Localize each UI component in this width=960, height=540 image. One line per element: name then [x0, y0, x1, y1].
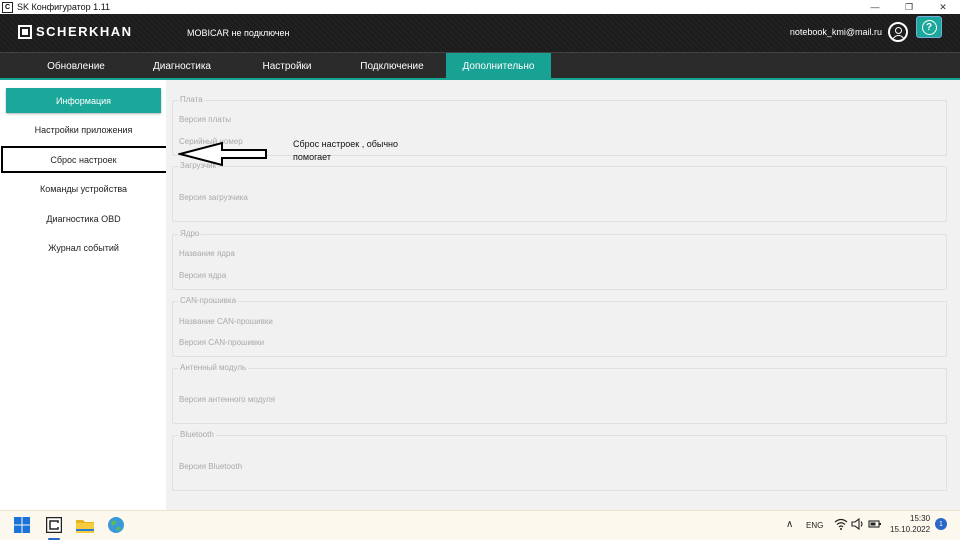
logo-text: SCHERKHAN [36, 24, 133, 39]
wifi-icon[interactable] [834, 517, 848, 531]
field-label: Версия антенного модуля [179, 395, 276, 404]
group-title: Ядро [178, 229, 202, 238]
close-button[interactable]: ✕ [926, 0, 960, 14]
sidebar-item-info[interactable]: Информация [6, 88, 161, 113]
user-account-icon[interactable] [888, 22, 908, 42]
group-title: CAN-прошивка [178, 296, 239, 305]
sidebar-item-event-log[interactable]: Журнал событий [6, 235, 161, 260]
window-title: SK Конфигуратор 1.11 [17, 2, 111, 12]
group-title: Плата [178, 95, 205, 104]
sidebar: Информация Настройки приложения Сброс на… [0, 80, 166, 510]
group-title: Антенный модуль [178, 363, 249, 372]
logo-mark-icon [18, 24, 32, 39]
group-bluetooth: Bluetooth Версия Bluetooth [172, 430, 947, 491]
sidebar-item-app-settings[interactable]: Настройки приложения [6, 117, 161, 142]
help-button[interactable]: ? [916, 16, 942, 38]
field-label: Название ядра [179, 249, 235, 258]
configurator-app-icon[interactable] [44, 515, 64, 535]
group-can-firmware: CAN-прошивка Название CAN-прошивки Верси… [172, 296, 947, 357]
minimize-button[interactable]: — [858, 0, 892, 14]
group-bootloader: Загрузчик Версия загрузчика [172, 161, 947, 222]
group-core: Ядро Название ядра Версия ядра [172, 229, 947, 290]
app-icon: C [2, 1, 13, 13]
group-antenna-module: Антенный модуль Версия антенного модуля [172, 363, 947, 424]
info-panel: Плата Версия платы Серийный номер Загруз… [166, 80, 960, 510]
field-label: Версия загрузчика [179, 193, 248, 202]
tray-overflow-chevron-icon[interactable]: ∧ [786, 519, 793, 530]
sidebar-item-obd-diagnostics[interactable]: Диагностика OBD [6, 206, 161, 231]
notification-badge[interactable]: 1 [935, 518, 947, 530]
field-label: Версия CAN-прошивки [179, 338, 265, 347]
tab-diagnostics[interactable]: Диагностика [133, 53, 231, 80]
question-icon: ? [921, 19, 937, 35]
sidebar-item-device-commands[interactable]: Команды устройства [6, 176, 161, 201]
os-taskbar: ∧ ENG 15:30 15.10.2022 1 [0, 510, 960, 540]
window-titlebar: C SK Конфигуратор 1.11 — ❐ ✕ [0, 0, 960, 14]
tab-connection[interactable]: Подключение [343, 53, 441, 80]
restore-button[interactable]: ❐ [892, 0, 926, 14]
field-label: Версия ядра [179, 271, 227, 280]
brand-logo: SCHERKHAN [18, 24, 133, 39]
tray-date[interactable]: 15.10.2022 [890, 525, 930, 534]
user-email[interactable]: notebook_kmi@mail.ru [790, 27, 882, 37]
tab-settings[interactable]: Настройки [238, 53, 336, 80]
field-label: Название CAN-прошивки [179, 317, 273, 326]
group-title: Bluetooth [178, 430, 216, 439]
annotation-highlight-box [1, 146, 172, 173]
tray-language[interactable]: ENG [806, 521, 823, 530]
field-label: Версия платы [179, 115, 231, 124]
windows-start-icon[interactable] [12, 515, 32, 535]
main-nav: Обновление Диагностика Настройки Подключ… [0, 52, 960, 80]
tab-update[interactable]: Обновление [27, 53, 125, 80]
field-label: Версия Bluetooth [179, 462, 243, 471]
battery-icon[interactable] [868, 517, 882, 531]
app-header: SCHERKHAN MOBICAR не подключен notebook_… [0, 14, 960, 52]
tray-time[interactable]: 15:30 [910, 514, 930, 523]
connection-status: MOBICAR не подключен [187, 28, 290, 38]
file-explorer-icon[interactable] [75, 515, 95, 535]
browser-globe-icon[interactable] [106, 515, 126, 535]
tab-additional[interactable]: Дополнительно [446, 53, 551, 80]
group-board: Плата Версия платы Серийный номер [172, 95, 947, 156]
volume-icon[interactable] [851, 517, 865, 531]
annotation-arrow-icon [178, 141, 267, 167]
annotation-text: Сброс настроек , обычно помогает [293, 139, 399, 162]
